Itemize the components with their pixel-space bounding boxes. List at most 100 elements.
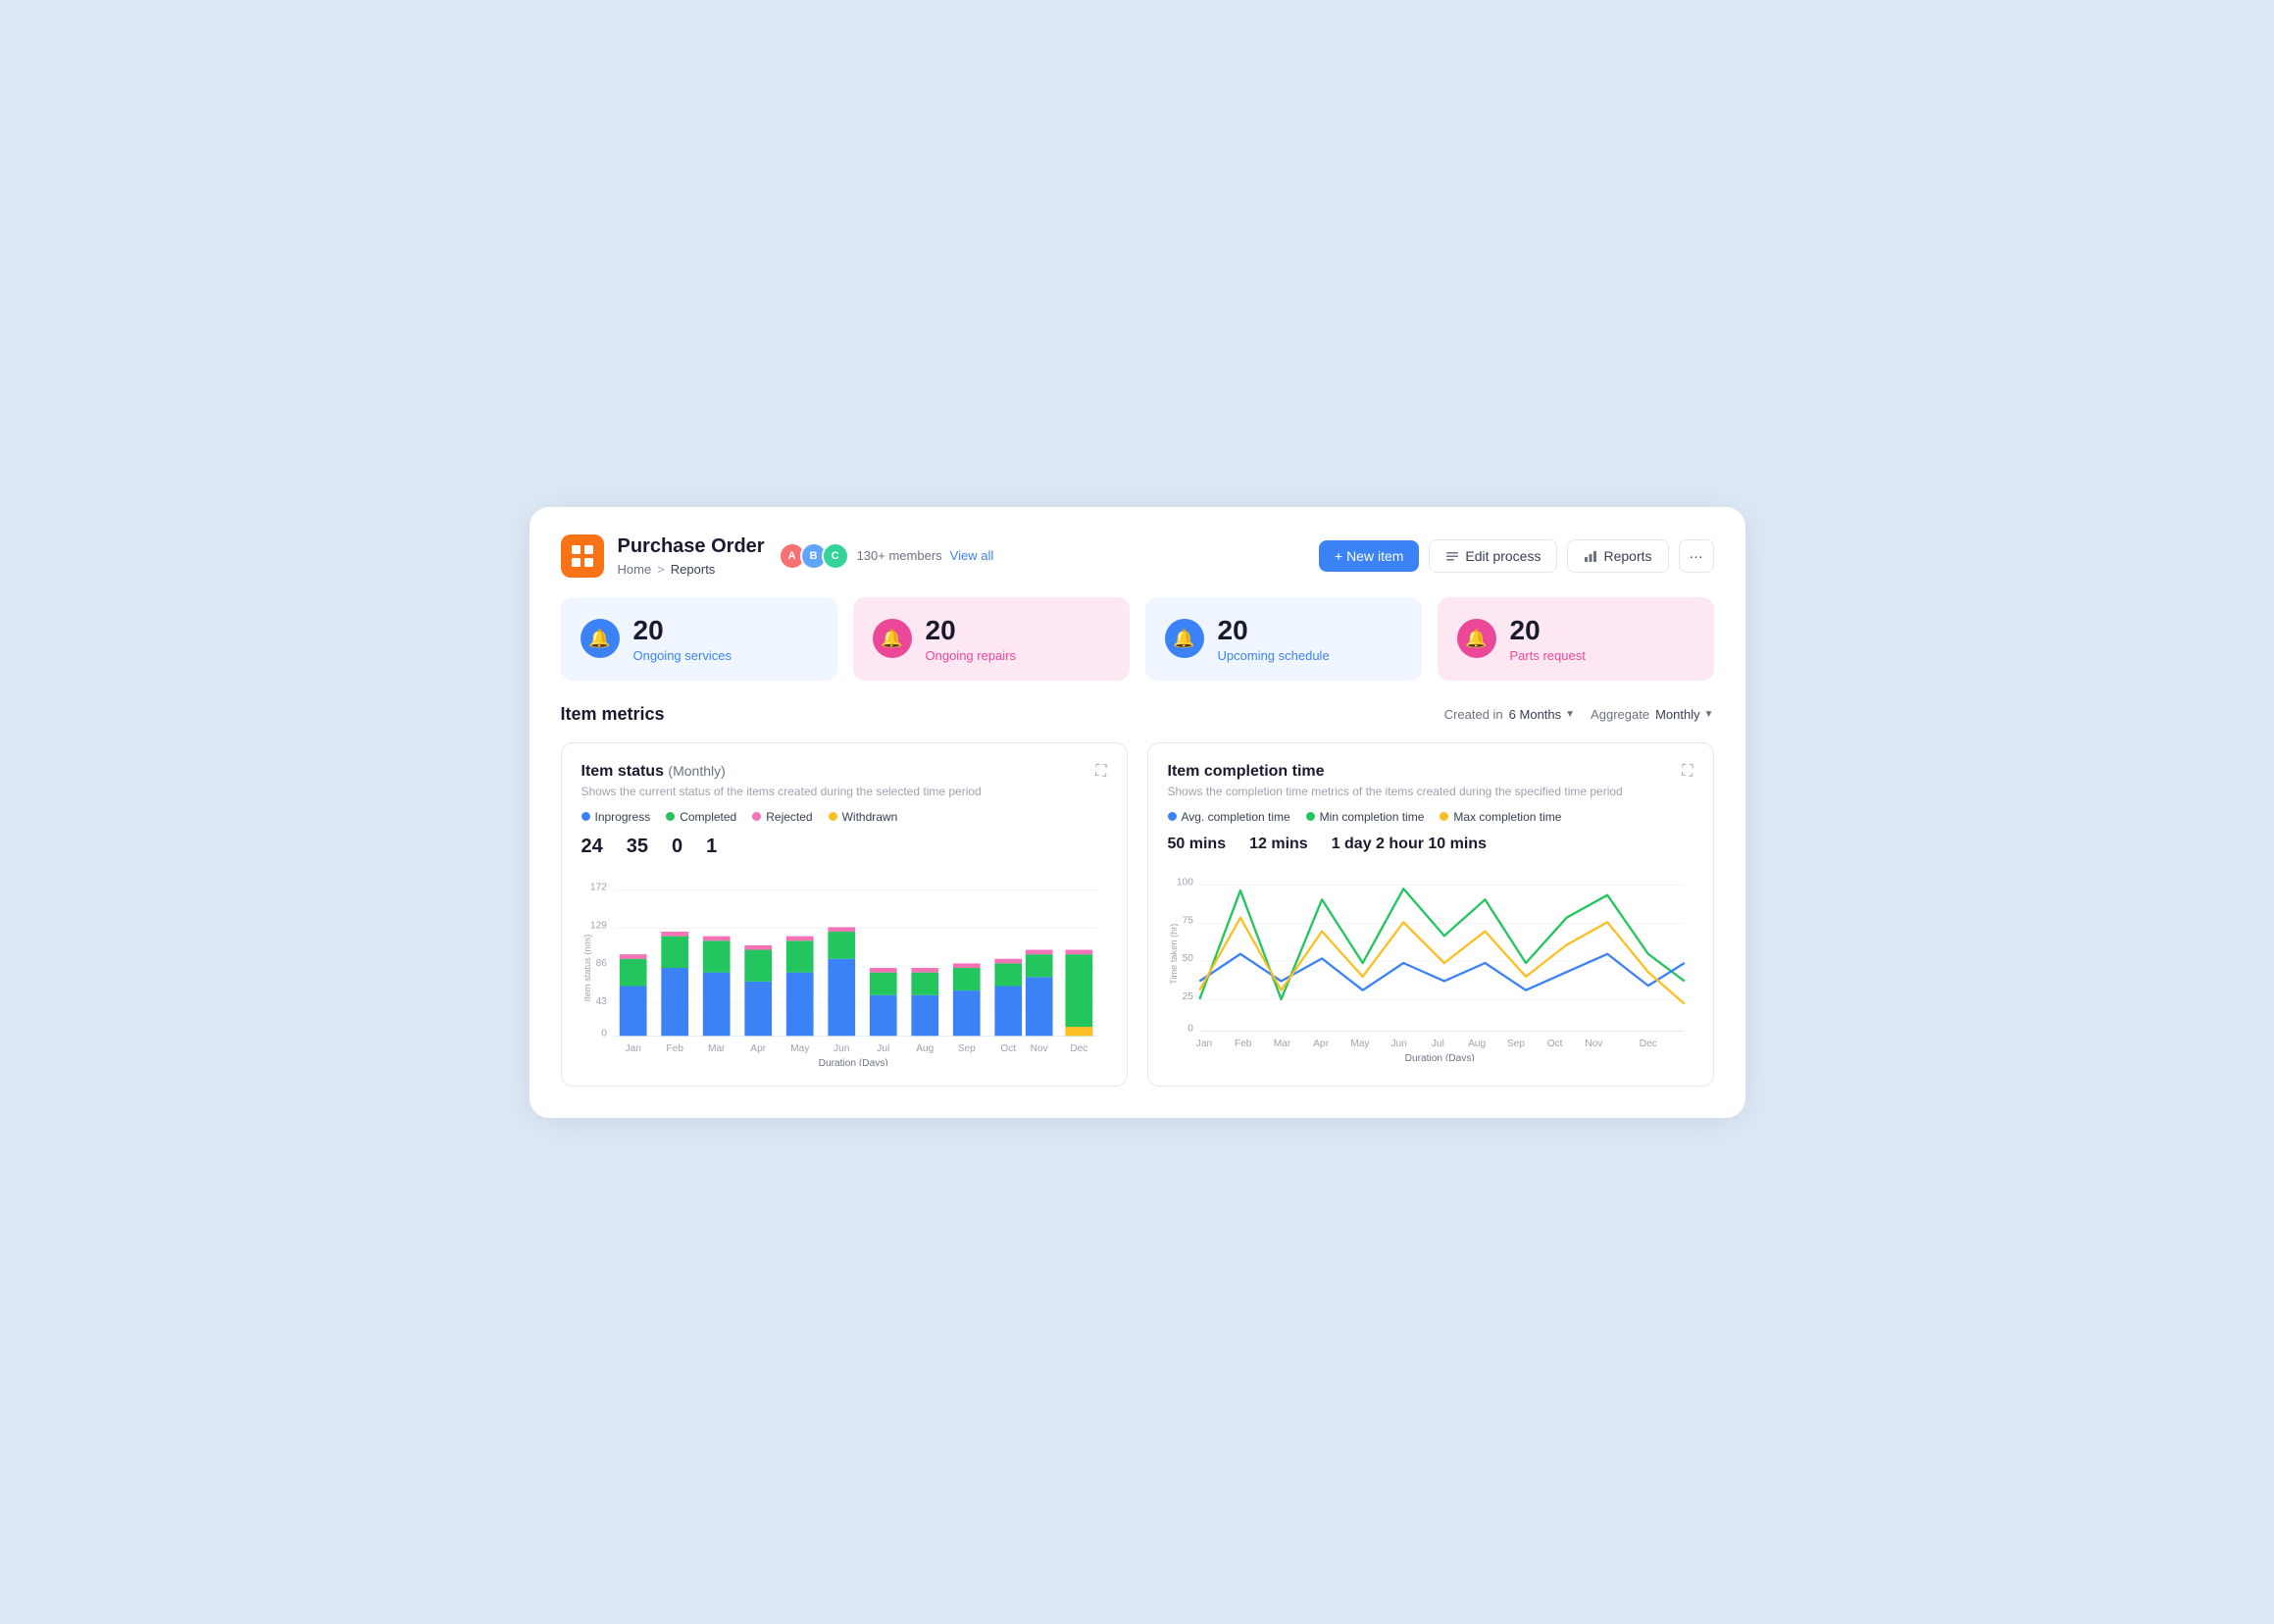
- svg-text:Apr: Apr: [750, 1043, 766, 1054]
- bell-icon-pink: 🔔: [873, 619, 912, 658]
- svg-text:Mar: Mar: [707, 1043, 725, 1054]
- header-title-area: Purchase Order Home > Reports: [618, 535, 765, 577]
- completion-time-legend: Avg. completion time Min completion time…: [1168, 810, 1693, 824]
- svg-text:86: 86: [595, 958, 607, 969]
- parts-request-number: 20: [1510, 615, 1586, 646]
- svg-text:0: 0: [601, 1028, 607, 1039]
- aggregate-select[interactable]: Monthly ▼: [1655, 707, 1713, 722]
- min-value: 12 mins: [1249, 836, 1308, 853]
- charts-grid: Item status (Monthly) ⛶ Shows the curren…: [561, 742, 1714, 1087]
- expand-icon-2[interactable]: ⛶: [1682, 763, 1693, 781]
- edit-process-button[interactable]: Edit process: [1429, 539, 1557, 573]
- svg-text:Jun: Jun: [1390, 1039, 1406, 1049]
- stat-card-upcoming-schedule: 🔔 20 Upcoming schedule: [1145, 597, 1422, 681]
- created-in-control: Created in 6 Months ▼: [1444, 707, 1575, 722]
- bar-chart-icon: [1584, 549, 1597, 563]
- stat-cards: 🔔 20 Ongoing services 🔔 20 Ongoing repai…: [561, 597, 1714, 681]
- legend-max: Max completion time: [1440, 810, 1561, 824]
- line-chart-container: 100 75 50 25 0 Time taken (hr): [1168, 865, 1693, 1061]
- completion-time-subtitle: Shows the completion time metrics of the…: [1168, 785, 1693, 798]
- legend-rejected: Rejected: [752, 810, 812, 824]
- bell-icon-blue-2: 🔔: [1165, 619, 1204, 658]
- aggregate-control: Aggregate Monthly ▼: [1591, 707, 1713, 722]
- reports-button[interactable]: Reports: [1567, 539, 1668, 573]
- svg-text:Time taken (hr): Time taken (hr): [1169, 923, 1179, 984]
- inprogress-value: 24: [581, 836, 603, 858]
- header: Purchase Order Home > Reports A B C 130+…: [561, 534, 1714, 578]
- header-left: Purchase Order Home > Reports A B C 130+…: [561, 534, 994, 578]
- svg-text:Item status (nos): Item status (nos): [582, 934, 592, 1001]
- rejected-value: 0: [672, 836, 682, 858]
- created-in-label: Created in: [1444, 707, 1503, 722]
- app-icon: [561, 534, 604, 578]
- completed-value: 35: [627, 836, 648, 858]
- svg-text:0: 0: [1188, 1023, 1193, 1034]
- stat-card-ongoing-repairs: 🔔 20 Ongoing repairs: [853, 597, 1130, 681]
- legend-inprogress: Inprogress: [581, 810, 651, 824]
- max-value: 1 day 2 hour 10 mins: [1332, 836, 1487, 853]
- more-options-button[interactable]: ···: [1679, 539, 1714, 573]
- legend-dot-rejected: [752, 812, 761, 821]
- svg-text:Nov: Nov: [1585, 1039, 1603, 1049]
- line-chart-svg: 100 75 50 25 0 Time taken (hr): [1168, 865, 1693, 1061]
- svg-text:100: 100: [1176, 877, 1192, 888]
- svg-text:Nov: Nov: [1030, 1043, 1048, 1054]
- svg-text:Oct: Oct: [1000, 1043, 1016, 1054]
- svg-text:Dec: Dec: [1070, 1043, 1087, 1054]
- members-area: A B C 130+ members View all: [779, 542, 994, 570]
- breadcrumb-home[interactable]: Home: [618, 562, 652, 577]
- item-status-subtitle: Shows the current status of the items cr…: [581, 785, 1107, 798]
- legend-dot-avg: [1168, 812, 1177, 821]
- legend-withdrawn: Withdrawn: [829, 810, 898, 824]
- svg-text:Dec: Dec: [1639, 1039, 1656, 1049]
- upcoming-schedule-label: Upcoming schedule: [1218, 648, 1330, 663]
- svg-text:Jan: Jan: [625, 1043, 640, 1054]
- ongoing-services-number: 20: [633, 615, 732, 646]
- breadcrumb-sep: >: [657, 562, 665, 577]
- bar-chart-svg: 172 129 86 43 0 Item status (nos): [581, 870, 1107, 1066]
- new-item-button[interactable]: + New item: [1319, 540, 1419, 572]
- legend-dot-completed: [666, 812, 675, 821]
- legend-stats: 24 35 0 1: [581, 832, 1107, 858]
- parts-request-label: Parts request: [1510, 648, 1586, 663]
- metrics-title: Item metrics: [561, 704, 665, 725]
- stat-card-ongoing-services: 🔔 20 Ongoing services: [561, 597, 837, 681]
- completion-time-title: Item completion time: [1168, 763, 1325, 781]
- breadcrumb-current: Reports: [671, 562, 716, 577]
- chevron-down-icon-2: ▼: [1704, 709, 1714, 720]
- ongoing-repairs-number: 20: [926, 615, 1017, 646]
- ongoing-repairs-label: Ongoing repairs: [926, 648, 1017, 663]
- svg-text:Feb: Feb: [666, 1043, 683, 1054]
- legend-avg: Avg. completion time: [1168, 810, 1290, 824]
- members-count: 130+ members: [857, 548, 942, 563]
- bar-chart-container: 172 129 86 43 0 Item status (nos): [581, 870, 1107, 1066]
- legend-min: Min completion time: [1306, 810, 1425, 824]
- legend-completed: Completed: [666, 810, 736, 824]
- item-status-panel: Item status (Monthly) ⛶ Shows the curren…: [561, 742, 1128, 1087]
- bell-icon-pink-2: 🔔: [1457, 619, 1496, 658]
- chevron-down-icon: ▼: [1565, 709, 1575, 720]
- metrics-controls: Created in 6 Months ▼ Aggregate Monthly …: [1444, 707, 1714, 722]
- svg-text:Jul: Jul: [877, 1043, 889, 1054]
- svg-text:May: May: [790, 1043, 810, 1054]
- legend-dot-inprogress: [581, 812, 590, 821]
- svg-text:Jul: Jul: [1431, 1039, 1443, 1049]
- view-all-link[interactable]: View all: [950, 548, 994, 563]
- withdrawn-value: 1: [706, 836, 717, 858]
- avatars: A B C: [779, 542, 849, 570]
- header-right: + New item Edit process Reports ···: [1319, 539, 1714, 573]
- svg-text:Duration (Days): Duration (Days): [818, 1057, 887, 1065]
- created-in-select[interactable]: 6 Months ▼: [1509, 707, 1575, 722]
- completion-time-panel: Item completion time ⛶ Shows the complet…: [1147, 742, 1714, 1087]
- main-card: Purchase Order Home > Reports A B C 130+…: [530, 507, 1745, 1118]
- expand-icon[interactable]: ⛶: [1095, 763, 1106, 781]
- svg-text:Aug: Aug: [916, 1043, 934, 1054]
- upcoming-schedule-number: 20: [1218, 615, 1330, 646]
- legend-dot-withdrawn: [829, 812, 837, 821]
- item-status-title: Item status (Monthly): [581, 763, 726, 780]
- ongoing-services-label: Ongoing services: [633, 648, 732, 663]
- svg-text:Sep: Sep: [957, 1043, 975, 1054]
- metrics-header: Item metrics Created in 6 Months ▼ Aggre…: [561, 704, 1714, 725]
- svg-text:Sep: Sep: [1506, 1039, 1524, 1049]
- avg-value: 50 mins: [1168, 836, 1227, 853]
